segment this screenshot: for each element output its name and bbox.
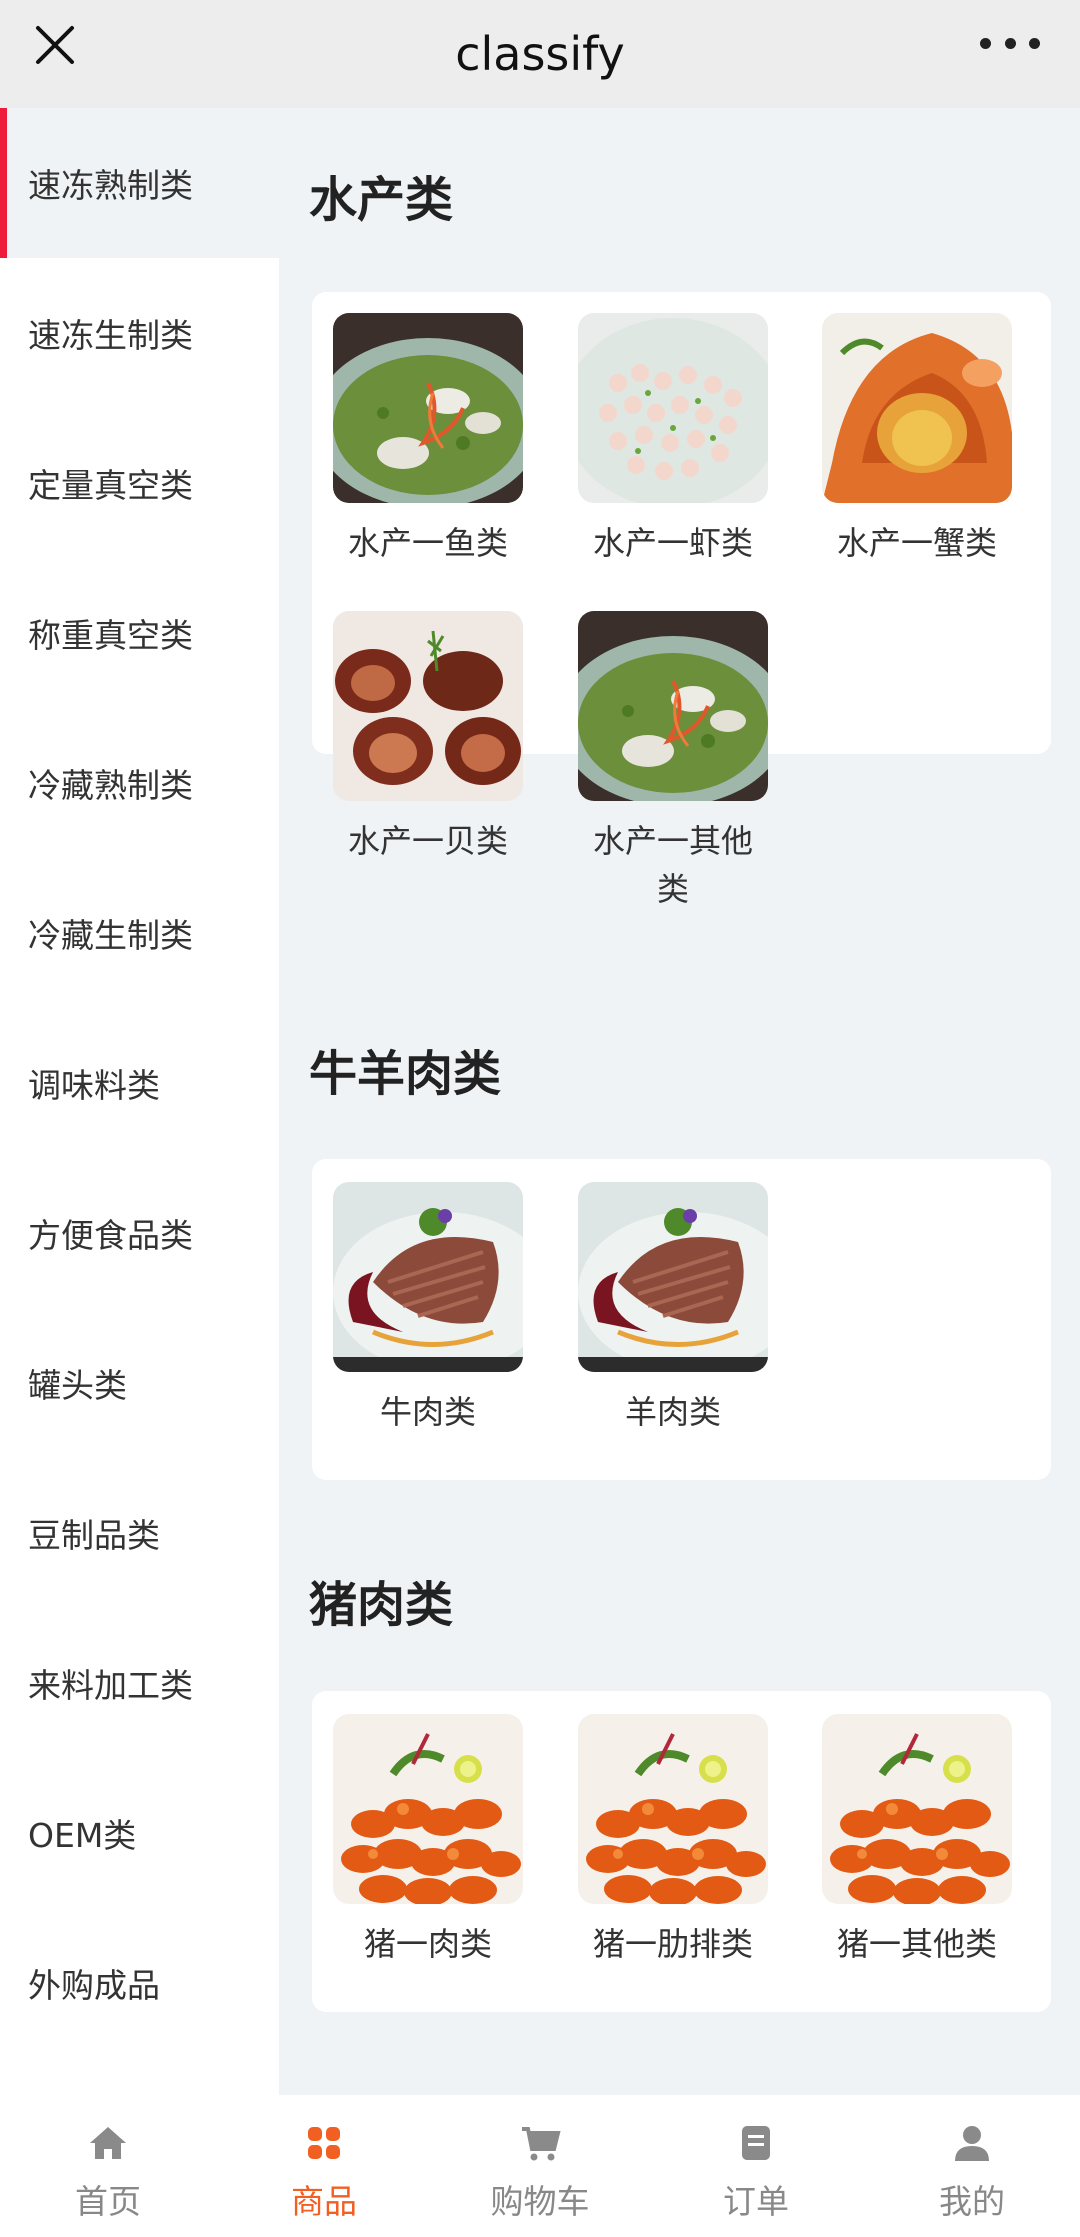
- sidebar-item-lengcang-shengzhi[interactable]: 冷藏生制类: [0, 858, 279, 1008]
- section-card-niuyangrou: 牛肉类 羊肉类: [312, 1159, 1051, 1480]
- sidebar-item-waigou-chengpin[interactable]: 外购成品: [0, 1908, 279, 2058]
- category-item-ribs[interactable]: 猪一肋排类: [578, 1714, 768, 1968]
- sidebar-item-label: 冷藏生制类: [28, 916, 193, 955]
- grid-icon: [308, 2127, 340, 2159]
- tab-products[interactable]: 商品: [216, 2095, 432, 2237]
- section-title-niuyangrou: 牛羊肉类: [309, 1046, 502, 1102]
- sidebar-item-lengcang-shuzhi[interactable]: 冷藏熟制类: [0, 708, 279, 858]
- item-label: 水产一其他类: [592, 822, 753, 908]
- tab-label: 订单: [723, 2182, 789, 2221]
- section-card-zhurou: 猪一肉类 猪一肋排类 猪一其他类: [312, 1691, 1051, 2012]
- sidebar-item-chengzhong-zhenkong[interactable]: 称重真空类: [0, 558, 279, 708]
- sidebar-item-dingliang-zhenkong[interactable]: 定量真空类: [0, 408, 279, 558]
- sidebar-item-sudong-shuzhi[interactable]: 速冻熟制类: [0, 108, 279, 258]
- category-item-pork[interactable]: 猪一肉类: [333, 1714, 523, 1968]
- top-bar: classify: [0, 0, 1080, 108]
- home-icon: [90, 2127, 126, 2159]
- fish-dish-image: [578, 611, 768, 801]
- sidebar-item-tiaoweiliao[interactable]: 调味料类: [0, 1008, 279, 1158]
- meat-dish-image: [578, 1182, 768, 1372]
- sidebar-item-label: 外购成品: [28, 1966, 160, 2005]
- item-label: 水产一虾类: [592, 524, 753, 562]
- bottom-tab-bar: 首页 商品 购物车 订单 我的: [0, 2095, 1080, 2237]
- sidebar-item-label: 方便食品类: [28, 1216, 193, 1255]
- category-item-shrimp[interactable]: 水产一虾类: [578, 313, 768, 567]
- crab-dish-image: [822, 313, 1012, 503]
- category-item-pork-other[interactable]: 猪一其他类: [822, 1714, 1012, 1968]
- category-item-beef[interactable]: 牛肉类: [333, 1182, 523, 1436]
- sidebar-item-label: 速冻熟制类: [28, 166, 193, 205]
- item-label: 猪一肋排类: [592, 1925, 753, 1963]
- category-item-fish[interactable]: 水产一鱼类: [333, 313, 523, 567]
- tab-cart[interactable]: 购物车: [432, 2095, 648, 2237]
- sidebar-item-lailiao-jiagong[interactable]: 来料加工类: [0, 1608, 279, 1758]
- category-sidebar: 速冻熟制类 速冻生制类 定量真空类 称重真空类 冷藏熟制类 冷藏生制类 调味料类…: [0, 108, 279, 2095]
- sidebar-item-fangbian-shipin[interactable]: 方便食品类: [0, 1158, 279, 1308]
- tab-label: 商品: [291, 2182, 357, 2221]
- fish-dish-image: [333, 313, 523, 503]
- abalone-dish-image: [333, 611, 523, 801]
- item-label: 牛肉类: [379, 1393, 476, 1431]
- category-content: 水产类 水产一鱼类 水产一虾类 水产一蟹类 水产一贝类 水产一其他类 牛羊肉类 …: [279, 108, 1080, 2095]
- page-title: classify: [455, 27, 625, 81]
- section-title-zhurou: 猪肉类: [309, 1577, 454, 1633]
- sidebar-item-sudong-shengzhi[interactable]: 速冻生制类: [0, 258, 279, 408]
- pork-dish-image: [578, 1714, 768, 1904]
- sidebar-item-oem[interactable]: OEM类: [0, 1758, 279, 1908]
- tab-orders[interactable]: 订单: [648, 2095, 864, 2237]
- tab-label: 购物车: [490, 2182, 590, 2221]
- item-label: 水产一鱼类: [347, 524, 508, 562]
- cart-icon: [522, 2127, 561, 2161]
- pork-dish-image: [333, 1714, 523, 1904]
- sidebar-item-label: 豆制品类: [28, 1516, 160, 1555]
- tab-label: 我的: [939, 2182, 1005, 2221]
- sidebar-item-label: 冷藏熟制类: [28, 766, 193, 805]
- order-icon: [742, 2126, 770, 2160]
- more-icon[interactable]: [980, 28, 1040, 58]
- shrimp-dish-image: [578, 313, 768, 503]
- item-label: 羊肉类: [624, 1393, 721, 1431]
- category-item-seafood-other[interactable]: 水产一其他类: [578, 611, 768, 913]
- item-label: 猪一其他类: [836, 1925, 997, 1963]
- category-item-lamb[interactable]: 羊肉类: [578, 1182, 768, 1436]
- item-label: 水产一蟹类: [836, 524, 997, 562]
- meat-dish-image: [333, 1182, 523, 1372]
- sidebar-item-label: 罐头类: [28, 1366, 127, 1405]
- sidebar-item-label: 速冻生制类: [28, 316, 193, 355]
- user-icon: [955, 2126, 989, 2161]
- sidebar-item-label: OEM类: [28, 1816, 137, 1855]
- tab-me[interactable]: 我的: [864, 2095, 1080, 2237]
- close-icon[interactable]: [30, 20, 80, 70]
- section-card-shuichan: 水产一鱼类 水产一虾类 水产一蟹类 水产一贝类 水产一其他类: [312, 292, 1051, 908]
- tab-home[interactable]: 首页: [0, 2095, 216, 2237]
- item-label: 水产一贝类: [347, 822, 508, 860]
- category-item-crab[interactable]: 水产一蟹类: [822, 313, 1012, 567]
- item-label: 猪一肉类: [363, 1925, 492, 1963]
- pork-dish-image: [822, 1714, 1012, 1904]
- sidebar-item-label: 来料加工类: [28, 1666, 193, 1705]
- category-item-shellfish[interactable]: 水产一贝类: [333, 611, 523, 865]
- sidebar-item-guantou[interactable]: 罐头类: [0, 1308, 279, 1458]
- sidebar-item-label: 称重真空类: [28, 616, 193, 655]
- section-title-shuichan: 水产类: [309, 172, 454, 228]
- sidebar-item-douzhipin[interactable]: 豆制品类: [0, 1458, 279, 1608]
- sidebar-item-label: 调味料类: [28, 1066, 160, 1105]
- sidebar-item-label: 定量真空类: [28, 466, 193, 505]
- tab-label: 首页: [75, 2182, 141, 2221]
